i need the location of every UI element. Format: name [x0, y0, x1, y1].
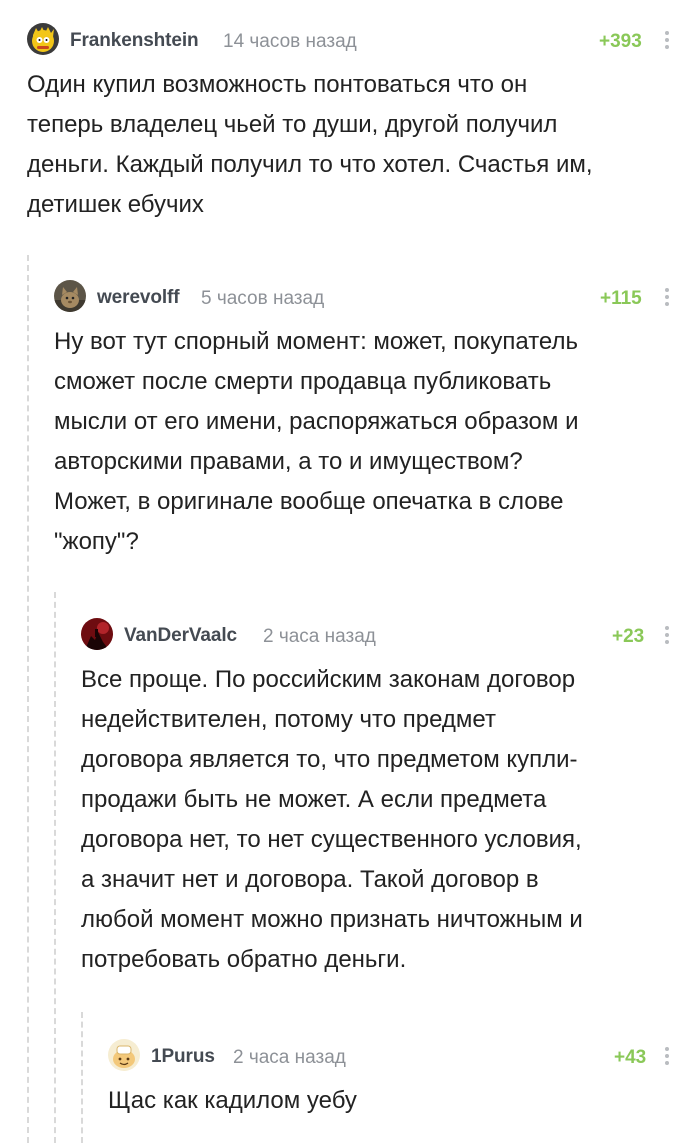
comment-text-line: сможет после смерти продавца публиковать	[54, 368, 552, 395]
comment-text-line: договора нет, то нет существенного услов…	[81, 826, 582, 853]
cat-avatar-icon[interactable]	[54, 280, 86, 312]
comment-header: 1Purus 2 часа назад +43	[108, 1039, 679, 1071]
comment-text-line: Щас как кадилом уебу	[108, 1087, 357, 1114]
comment-header: werevolff 5 часов назад +115	[54, 280, 679, 312]
comment-author[interactable]: werevolff	[97, 287, 180, 309]
comment-time: 2 часа назад	[233, 1047, 346, 1068]
comment-text: Ну вот тут спорный момент: может, покупа…	[54, 322, 679, 562]
thread-line-level-1[interactable]	[27, 255, 29, 1143]
comment-rating: +115	[600, 288, 642, 309]
comment-author[interactable]: VanDerVaalc	[124, 625, 237, 647]
comment-author[interactable]: 1Purus	[151, 1046, 215, 1068]
comment-header: VanDerVaalc 2 часа назад +23	[81, 618, 679, 650]
comment-author[interactable]: Frankenshtein	[70, 30, 199, 52]
thread-line-level-2[interactable]	[54, 592, 56, 1143]
comment-text-line: Может, в оригинале вообще опечатка в сло…	[54, 488, 564, 515]
more-menu-icon[interactable]	[659, 624, 675, 646]
comment-text-line: продажи быть не может. А если предмета	[81, 786, 547, 813]
cartoon-avatar-icon[interactable]	[108, 1039, 140, 1071]
comment-text-line: любой момент можно признать ничтожным и	[81, 906, 583, 933]
thread-line-level-3[interactable]	[81, 1012, 83, 1143]
comment: werevolff 5 часов назад +115 Ну вот тут …	[54, 280, 679, 562]
comment-text-line: теперь владелец чьей то души, другой пол…	[27, 111, 558, 138]
comment-text-line: потребовать обратно деньги.	[81, 946, 407, 973]
comment-text-line: Один купил возможность понтоваться что о…	[27, 71, 528, 98]
comment-text-line: "жопу"?	[54, 528, 139, 555]
comment-header: Frankenshtein 14 часов назад +393	[27, 23, 679, 55]
comment: VanDerVaalc 2 часа назад +23 Все проще. …	[81, 618, 679, 980]
comment-rating: +393	[599, 31, 642, 52]
comment-text-line: мысли от его имени, распоряжаться образо…	[54, 408, 579, 435]
more-menu-icon[interactable]	[659, 286, 675, 308]
comment: 1Purus 2 часа назад +43 Щас как кадилом …	[108, 1039, 679, 1121]
bart-simpson-avatar-icon[interactable]	[27, 23, 59, 55]
comment-time: 14 часов назад	[223, 31, 357, 52]
more-menu-icon[interactable]	[659, 29, 675, 51]
comment-text: Один купил возможность понтоваться что о…	[27, 65, 679, 225]
comment-rating: +23	[612, 626, 645, 647]
comment: Frankenshtein 14 часов назад +393 Один к…	[27, 23, 679, 225]
more-menu-icon[interactable]	[659, 1045, 675, 1067]
comment-text: Щас как кадилом уебу	[108, 1081, 679, 1121]
comment-text: Все проще. По российским законам договор…	[81, 660, 679, 980]
comment-text-line: недействителен, потому что предмет	[81, 706, 496, 733]
comment-text-line: деньги. Каждый получил то что хотел. Сча…	[27, 151, 593, 178]
comment-text-line: а значит нет и договора. Такой договор в	[81, 866, 539, 893]
comment-text-line: Ну вот тут спорный момент: может, покупа…	[54, 328, 578, 355]
comment-rating: +43	[614, 1047, 647, 1068]
comment-time: 5 часов назад	[201, 288, 325, 309]
comment-text-line: авторскими правами, а то и имуществом?	[54, 448, 523, 475]
comment-text-line: Все проще. По российским законам договор	[81, 666, 576, 693]
comment-time: 2 часа назад	[263, 626, 376, 647]
dark-red-avatar-icon[interactable]	[81, 618, 113, 650]
comment-text-line: детишек ебучих	[27, 191, 204, 218]
comment-text-line: договора является то, что предметом купл…	[81, 746, 578, 773]
